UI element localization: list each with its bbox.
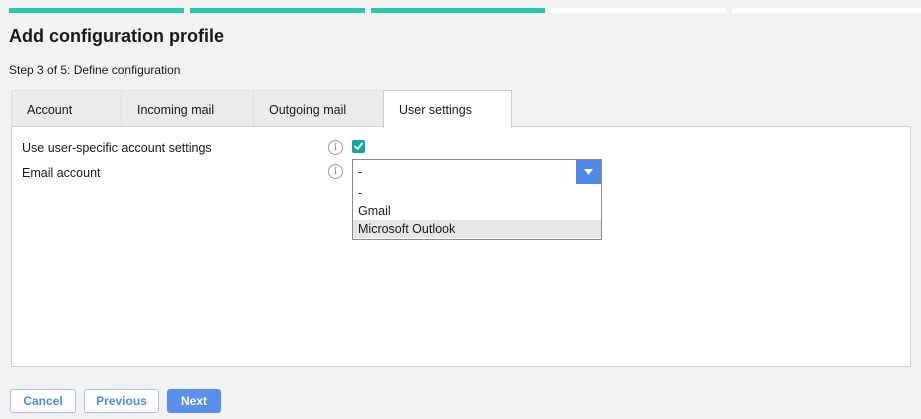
checkmark-icon [354,142,363,150]
progress-step-3 [371,8,545,13]
info-icon[interactable]: i [328,164,343,179]
use-user-specific-label: Use user-specific account settings [22,141,212,155]
progress-step-5 [732,8,921,13]
email-account-label: Email account [22,166,101,180]
previous-button[interactable]: Previous [84,389,159,413]
page-title: Add configuration profile [9,26,224,46]
info-icon[interactable]: i [328,140,343,155]
email-account-options-list: - Gmail Microsoft Outlook [352,184,602,240]
progress-step-2 [190,8,365,13]
cancel-button[interactable]: Cancel [10,389,76,413]
tab-account[interactable]: Account [11,90,122,126]
wizard-progress-bar [9,8,921,13]
tab-bar: Account Incoming mail Outgoing mail User… [11,90,611,128]
tab-incoming-mail[interactable]: Incoming mail [121,90,254,126]
step-indicator: Step 3 of 5: Define configuration [9,63,181,77]
email-account-selected-value: - [358,165,363,179]
email-account-select[interactable]: - [352,159,602,185]
tab-user-settings[interactable]: User settings [383,90,512,128]
chevron-down-icon [584,169,593,175]
use-user-specific-checkbox[interactable] [352,140,365,153]
next-button[interactable]: Next [167,389,221,413]
progress-step-1 [9,8,184,13]
email-account-option[interactable]: - [353,184,601,202]
progress-step-4 [551,8,726,13]
email-account-option[interactable]: Gmail [353,202,601,220]
dropdown-toggle-button[interactable] [576,160,601,184]
email-account-option[interactable]: Microsoft Outlook [353,220,601,238]
tab-outgoing-mail[interactable]: Outgoing mail [253,90,384,126]
